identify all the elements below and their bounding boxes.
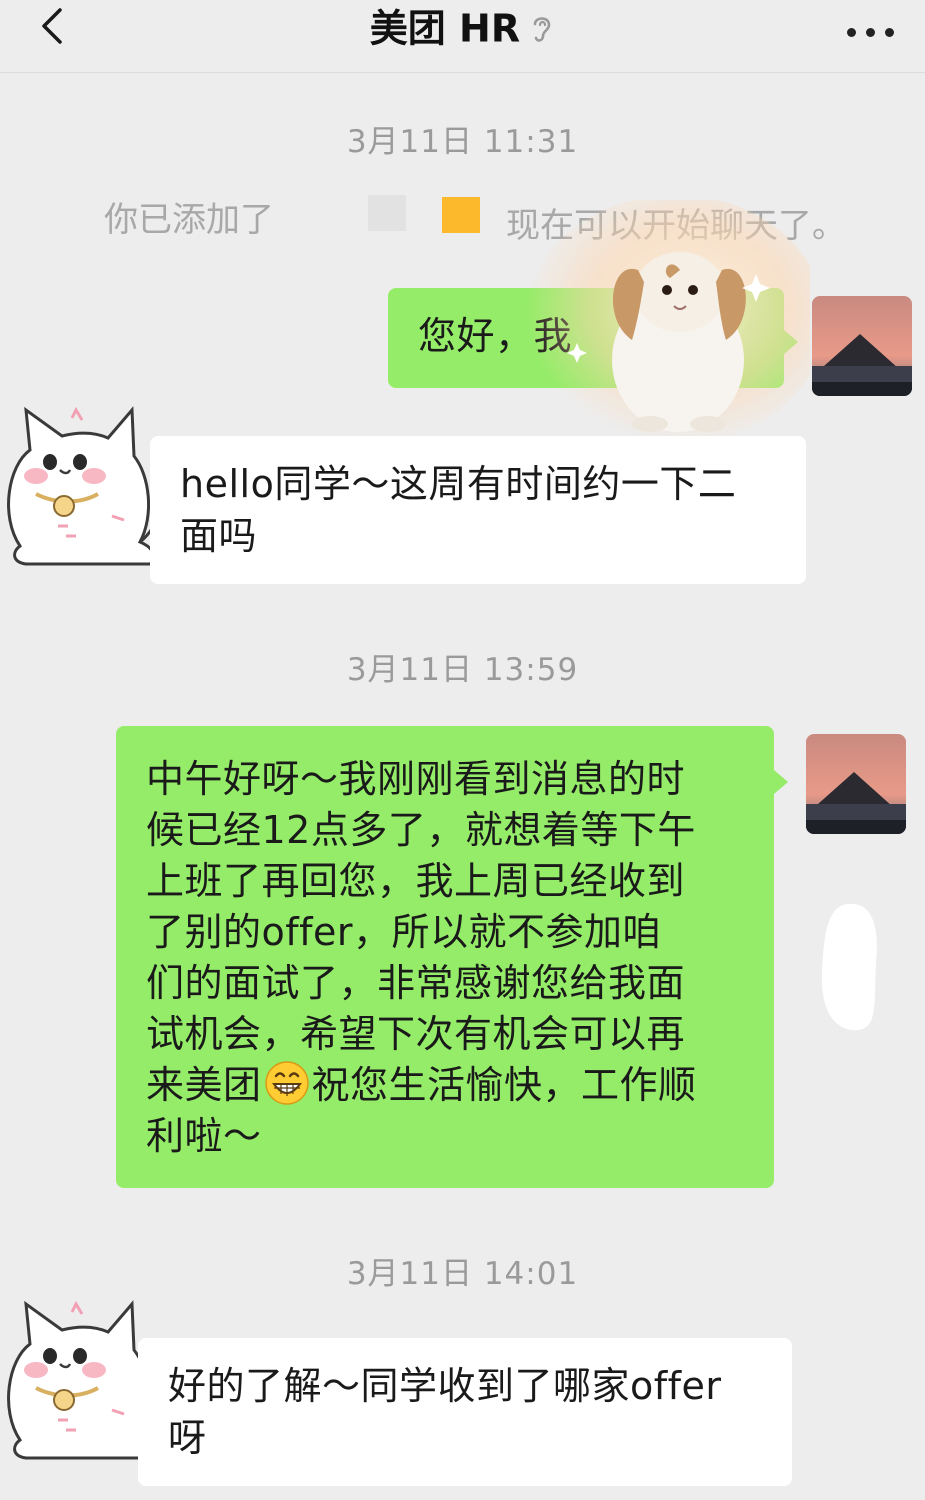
message-line: hello同学～这周有时间约一下二 [180,462,737,506]
message-text: 来美团 [146,1063,262,1107]
message-line: 上班了再回您，我上周已经收到 [146,859,686,903]
message-line: 中午好呀～我刚刚看到消息的时 [146,757,686,801]
hr-message-bubble[interactable]: 好的了解～同学收到了哪家offer 呀 [138,1338,792,1486]
chat-title: 美团 HR [369,6,521,51]
my-avatar[interactable] [812,296,912,396]
message-line: 们的面试了，非常感谢您给我面 [146,961,686,1005]
my-avatar[interactable] [806,734,906,834]
grin-emoji-icon [264,1061,309,1105]
more-dot [847,28,856,37]
avatar-image [806,734,906,834]
chat-screen: 美团 HR 3月11日 11:31 你已添加了 现在可以开始聊天了。 您好，我 [0,0,925,1500]
message-line: 面吗 [180,514,258,558]
ear-icon [533,16,551,42]
redacted-block [368,195,406,231]
message-timestamp: 3月11日 13:59 [346,652,579,688]
more-dot [885,28,894,37]
hr-message-bubble[interactable]: hello同学～这周有时间约一下二 面吗 [150,436,806,584]
message-line: 呀 [168,1416,207,1460]
message-line: 了别的offer，所以就不参加咱 [146,910,662,954]
message-timestamp: 3月11日 14:01 [346,1256,579,1292]
message-timestamp: 3月11日 11:31 [346,124,579,160]
system-notice-prefix: 你已添加了 [104,200,274,240]
more-options-button[interactable] [845,12,901,52]
hr-avatar[interactable] [0,396,170,566]
my-message-bubble[interactable]: 中午好呀～我刚刚看到消息的时 候已经12点多了，就想着等下午 上班了再回您，我上… [116,726,774,1188]
message-text: 祝您生活愉快，工作顺 [311,1063,697,1107]
more-dot [866,28,875,37]
redacted-block [442,197,480,233]
avatar-image [812,296,912,396]
message-line: 试机会，希望下次有机会可以再 [146,1012,686,1056]
message-line: 来美团 祝您生活愉快，工作顺 [146,1060,774,1111]
bubble-tail [774,770,788,794]
message-line: 利啦～ [146,1114,262,1158]
partial-sticker [821,903,877,1031]
bunny-sticker [525,200,810,445]
message-line: 好的了解～同学收到了哪家offer [168,1364,722,1408]
title-area: 美团 HR [0,4,925,52]
message-line: 候已经12点多了，就想着等下午 [146,808,696,852]
chat-header: 美团 HR [0,0,925,73]
